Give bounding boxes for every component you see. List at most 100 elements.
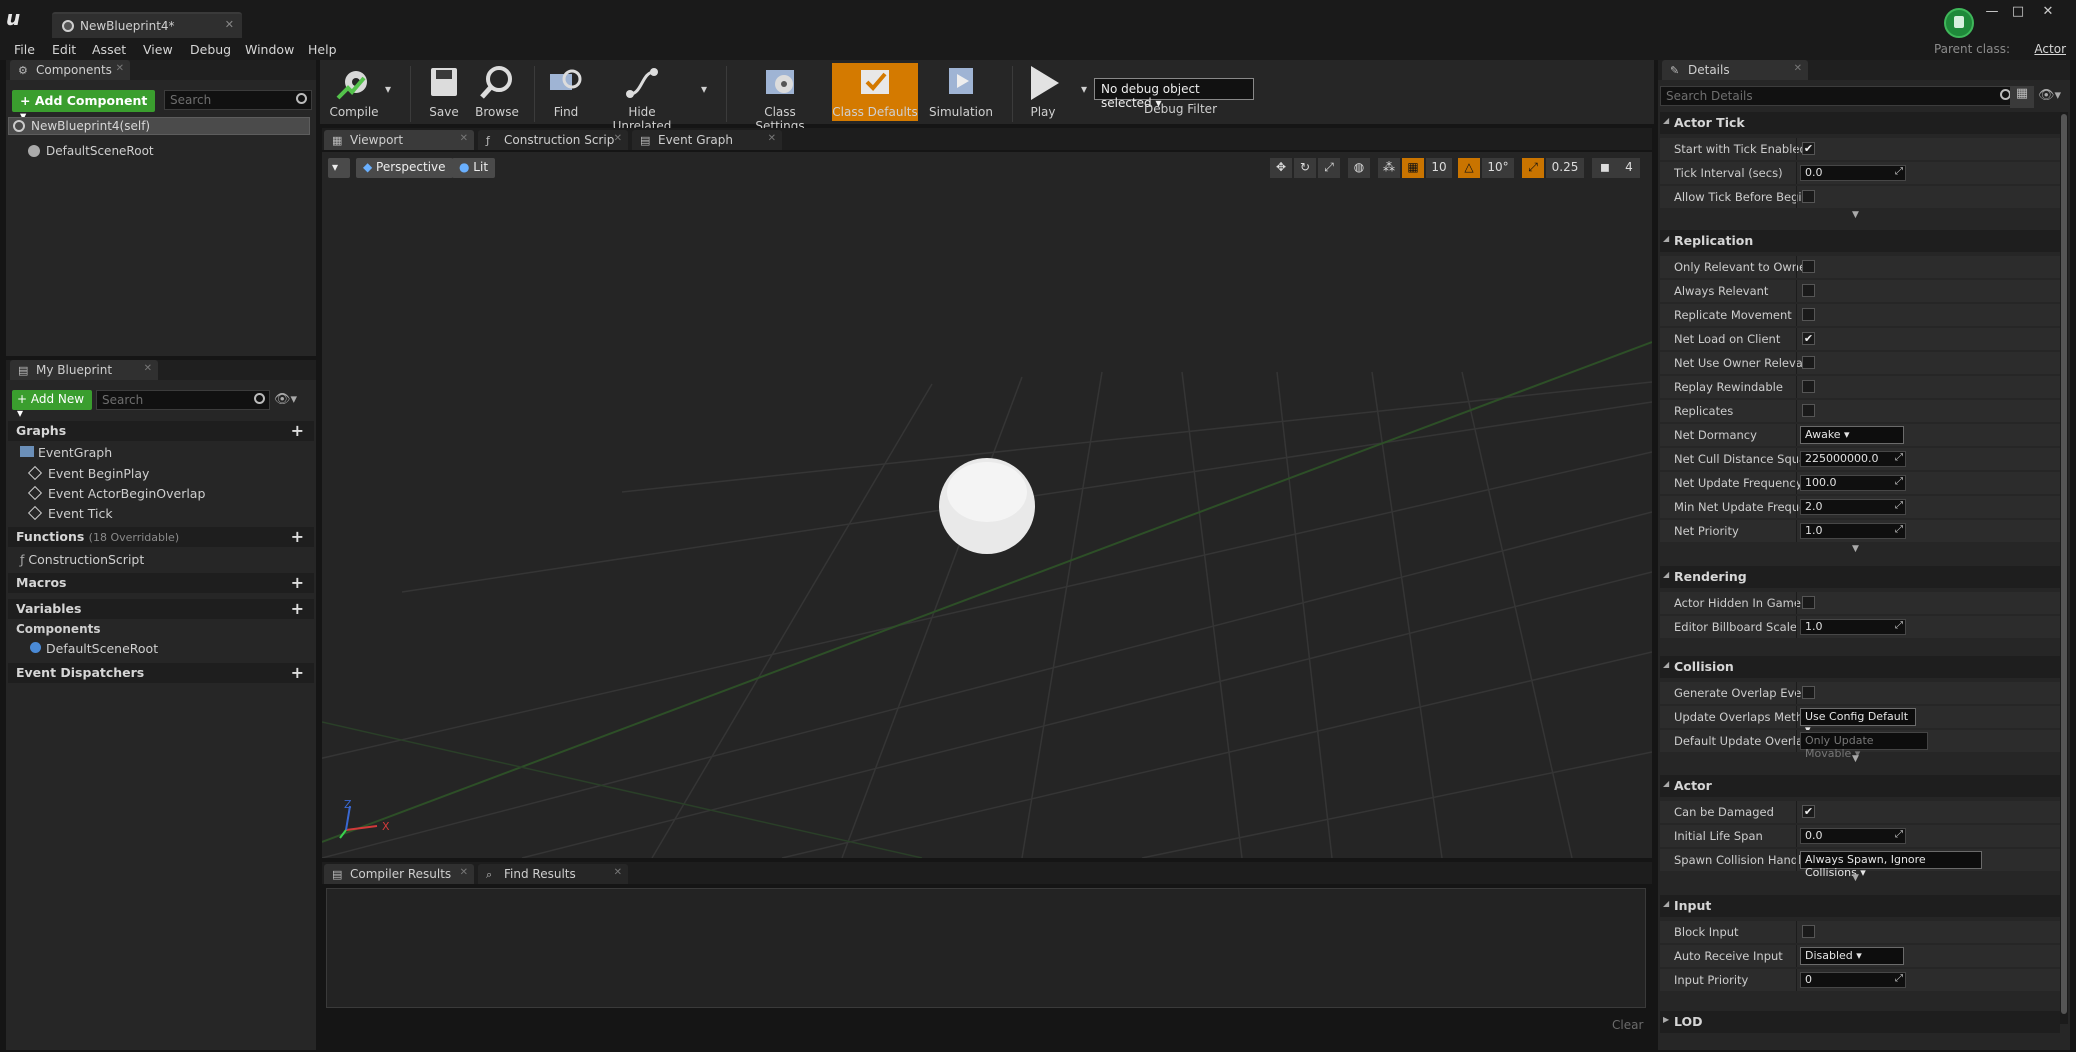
- close-icon[interactable]: ✕: [116, 63, 124, 74]
- close-icon[interactable]: ✕: [614, 133, 622, 144]
- viewport[interactable]: X Z ▾ ◆ Perspective ● Lit ✥ ↻ ⤢ ◍ ⁂ ▦ 10…: [322, 152, 1652, 858]
- property-dropdown[interactable]: Only Update Movable: [1800, 732, 1928, 760]
- graph-item-eventtick[interactable]: Event Tick: [27, 505, 113, 521]
- property-checkbox[interactable]: [1802, 284, 1815, 297]
- maximize-button[interactable]: □: [2006, 4, 2030, 20]
- add-macro-plus-icon[interactable]: +: [291, 573, 304, 592]
- column-divider[interactable]: [1796, 849, 1797, 871]
- property-number-input[interactable]: 0: [1800, 972, 1906, 988]
- variables-components-category[interactable]: Components: [16, 622, 101, 636]
- column-divider[interactable]: [1796, 945, 1797, 967]
- camera-speed-icon[interactable]: ◼: [1592, 158, 1618, 178]
- column-divider[interactable]: [1796, 825, 1797, 847]
- visibility-eye-icon[interactable]: 👁▾: [2038, 88, 2061, 103]
- menu-debug[interactable]: Debug: [190, 42, 231, 57]
- close-icon[interactable]: ✕: [614, 867, 622, 878]
- category-input[interactable]: Input: [1660, 895, 2060, 917]
- grid-snap-icon[interactable]: ▦: [1402, 158, 1424, 178]
- compile-button[interactable]: Compile: [328, 64, 380, 119]
- add-dispatcher-plus-icon[interactable]: +: [291, 663, 304, 682]
- tab-construction-script[interactable]: ƒ Construction Scrip ✕: [478, 130, 628, 150]
- document-tab[interactable]: NewBlueprint4* ✕: [52, 12, 242, 38]
- close-icon[interactable]: ✕: [1794, 63, 1802, 74]
- tab-event-graph[interactable]: ▤ Event Graph ✕: [632, 130, 782, 150]
- column-divider[interactable]: [1796, 969, 1797, 991]
- component-default-scene-root[interactable]: DefaultSceneRoot: [28, 144, 154, 158]
- graph-item-actorbeginoverlap[interactable]: Event ActorBeginOverlap: [27, 485, 205, 501]
- component-self-row[interactable]: NewBlueprint4(self): [8, 117, 310, 135]
- category-actor-tick[interactable]: Actor Tick: [1660, 112, 2060, 134]
- add-graph-plus-icon[interactable]: +: [291, 421, 304, 440]
- property-dropdown[interactable]: Awake: [1800, 426, 1904, 444]
- column-divider[interactable]: [1796, 376, 1797, 398]
- surface-snap-icon[interactable]: ⁂: [1378, 158, 1400, 178]
- add-variable-plus-icon[interactable]: +: [291, 599, 304, 618]
- debug-object-select[interactable]: No debug object selected ▾: [1094, 78, 1254, 110]
- play-button[interactable]: Play: [1020, 64, 1066, 119]
- property-matrix-icon[interactable]: ▦: [2010, 86, 2034, 108]
- column-divider[interactable]: [1796, 801, 1797, 823]
- column-divider[interactable]: [1796, 472, 1797, 494]
- close-window-button[interactable]: ✕: [2036, 4, 2060, 20]
- minimize-button[interactable]: —: [1980, 4, 2004, 20]
- graph-item-eventgraph[interactable]: EventGraph: [20, 445, 112, 460]
- column-divider[interactable]: [1796, 352, 1797, 374]
- tab-details[interactable]: ✎ Details ✕: [1662, 60, 1808, 80]
- property-checkbox[interactable]: [1802, 190, 1815, 203]
- property-checkbox[interactable]: [1802, 260, 1815, 273]
- close-icon[interactable]: ✕: [768, 133, 776, 144]
- property-checkbox[interactable]: ✔: [1802, 142, 1815, 155]
- function-item-constructionscript[interactable]: ƒ ConstructionScript: [20, 552, 144, 567]
- rotation-snap-icon[interactable]: △: [1458, 158, 1480, 178]
- simulation-button[interactable]: Simulation: [926, 64, 996, 119]
- tab-compiler-results[interactable]: ▤ Compiler Results ✕: [324, 864, 474, 884]
- column-divider[interactable]: [1796, 304, 1797, 326]
- column-divider[interactable]: [1796, 730, 1797, 752]
- details-scrollbar[interactable]: [2060, 112, 2068, 1024]
- advanced-expander-icon[interactable]: ▼: [1852, 754, 1859, 764]
- save-button[interactable]: Save: [424, 64, 464, 119]
- rotate-mode-icon[interactable]: ↻: [1294, 158, 1316, 178]
- property-number-input[interactable]: 0.0: [1800, 165, 1906, 181]
- lit-button[interactable]: ● Lit: [452, 158, 496, 178]
- menu-window[interactable]: Window: [245, 42, 294, 57]
- close-icon[interactable]: ✕: [225, 18, 234, 31]
- coordinate-space-icon[interactable]: ◍: [1348, 158, 1370, 178]
- property-number-input[interactable]: 2.0: [1800, 499, 1906, 515]
- scale-snap-icon[interactable]: ⤢: [1522, 158, 1544, 178]
- property-checkbox[interactable]: [1802, 308, 1815, 321]
- column-divider[interactable]: [1796, 592, 1797, 614]
- section-macros[interactable]: Macros +: [8, 573, 314, 593]
- property-number-input[interactable]: 1.0: [1800, 619, 1906, 635]
- scale-snap-value[interactable]: 0.25: [1546, 158, 1584, 178]
- perspective-button[interactable]: ◆ Perspective: [356, 158, 453, 178]
- property-checkbox[interactable]: [1802, 356, 1815, 369]
- property-dropdown[interactable]: Use Config Default: [1800, 708, 1916, 726]
- tab-viewport[interactable]: ▦ Viewport ✕: [324, 130, 474, 150]
- property-checkbox[interactable]: ✔: [1802, 805, 1815, 818]
- property-dropdown[interactable]: Disabled: [1800, 947, 1904, 965]
- graph-item-beginplay[interactable]: Event BeginPlay: [27, 465, 149, 481]
- property-checkbox[interactable]: [1802, 925, 1815, 938]
- property-checkbox[interactable]: [1802, 380, 1815, 393]
- menu-file[interactable]: File: [14, 42, 35, 57]
- property-checkbox[interactable]: [1802, 686, 1815, 699]
- visibility-eye-icon[interactable]: 👁▾: [274, 392, 297, 407]
- advanced-expander-icon[interactable]: ▼: [1852, 873, 1859, 883]
- compile-options-chevron-icon[interactable]: ▾: [382, 82, 394, 96]
- play-options-chevron-icon[interactable]: ▾: [1078, 82, 1090, 96]
- column-divider[interactable]: [1796, 138, 1797, 160]
- scrollbar-thumb[interactable]: [2061, 114, 2067, 1014]
- class-settings-button[interactable]: Class Settings: [738, 64, 822, 133]
- tab-components[interactable]: ⚙ Components ✕: [10, 60, 130, 80]
- hide-unrelated-chevron-icon[interactable]: ▾: [698, 82, 710, 96]
- advanced-expander-icon[interactable]: ▼: [1852, 210, 1859, 220]
- column-divider[interactable]: [1796, 616, 1797, 638]
- category-actor[interactable]: Actor: [1660, 775, 2060, 797]
- column-divider[interactable]: [1796, 280, 1797, 302]
- add-new-button[interactable]: + Add New ▾: [12, 390, 92, 420]
- column-divider[interactable]: [1796, 520, 1797, 542]
- tab-find-results[interactable]: ⌕ Find Results ✕: [478, 864, 628, 884]
- section-graphs[interactable]: Graphs +: [8, 421, 314, 441]
- column-divider[interactable]: [1796, 424, 1797, 446]
